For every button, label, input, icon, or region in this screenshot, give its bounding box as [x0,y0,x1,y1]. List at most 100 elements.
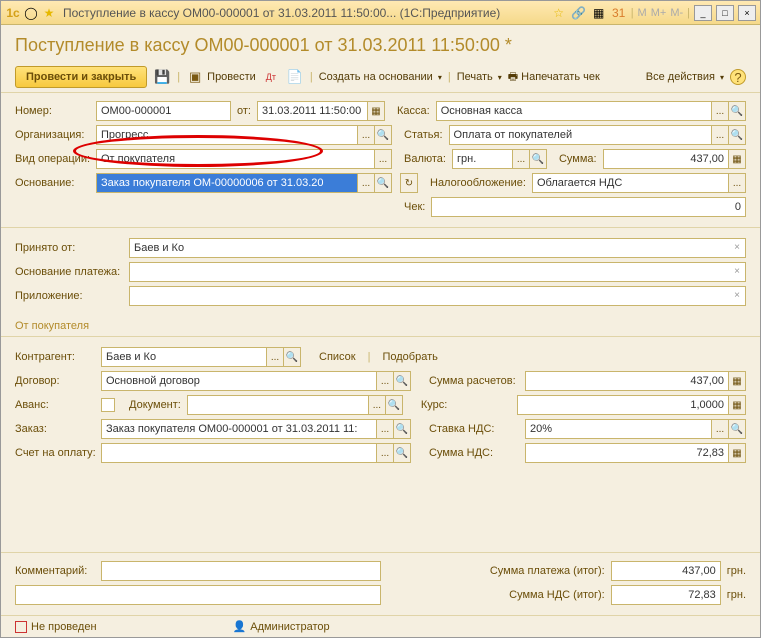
select-icon[interactable]: ... [368,395,386,415]
select-icon[interactable]: ... [374,149,392,169]
select-icon[interactable]: ... [711,125,729,145]
select-icon[interactable]: ... [357,125,375,145]
tb-calendar-icon[interactable]: 31 [611,5,627,21]
comment-input-2[interactable] [15,585,381,605]
op-type-input[interactable]: От покупателя [96,149,374,169]
rate-input[interactable]: 1,0000 [517,395,728,415]
nav-back-icon[interactable]: ◯ [23,5,39,21]
clear-icon[interactable]: × [730,264,744,278]
calendar-icon[interactable]: ▦ [367,101,385,121]
titlebar: 1c ◯ ★ Поступление в кассу ОМ00-000001 о… [1,1,760,25]
advance-checkbox[interactable] [101,398,115,412]
page-header: Поступление в кассу ОМ00-000001 от 31.03… [1,25,760,62]
basis-input[interactable]: Заказ покупателя ОМ-00000006 от 31.03.20 [96,173,357,193]
counterparty-input[interactable]: Баев и Ко [101,347,266,367]
doc-input[interactable] [187,395,368,415]
select-icon[interactable]: ... [512,149,530,169]
refresh-icon[interactable]: ↻ [400,173,418,193]
clear-icon[interactable]: × [730,288,744,302]
save-icon[interactable]: 💾 [153,68,171,86]
select-icon[interactable]: ... [376,371,394,391]
pay-basis-input[interactable] [129,262,746,282]
maximize-button[interactable]: □ [716,5,734,21]
kassa-input[interactable]: Основная касса [436,101,711,121]
calc-m[interactable]: M [638,7,647,19]
search-icon[interactable]: 🔍 [728,125,746,145]
date-label: от: [237,105,251,117]
calc-icon[interactable]: ▦ [728,443,746,463]
tax-input[interactable]: Облагается НДС [532,173,728,193]
user-icon: 👤 [233,620,247,633]
minimize-button[interactable]: _ [694,5,712,21]
select-icon[interactable]: ... [357,173,375,193]
post-and-close-button[interactable]: Провести и закрыть [15,66,147,88]
select-icon[interactable]: ... [711,419,729,439]
kassa-label: Касса: [397,105,430,117]
invoice-label: Счет на оплату: [15,447,95,459]
clear-icon[interactable]: × [730,240,744,254]
currency-input[interactable]: грн. [452,149,512,169]
select-link[interactable]: Подобрать [382,351,437,363]
invoice-input[interactable] [101,443,376,463]
select-icon[interactable]: ... [376,443,394,463]
sum-label: Сумма: [559,153,597,165]
select-icon[interactable]: ... [266,347,284,367]
print-check-button[interactable]: 🖶Напечатать чек [508,68,600,87]
post-button[interactable]: ▣Провести [186,68,256,86]
search-icon[interactable]: 🔍 [393,443,411,463]
search-icon[interactable]: 🔍 [283,347,301,367]
search-icon[interactable]: 🔍 [393,419,411,439]
dt-kt-icon[interactable]: Дт [262,68,280,86]
tb-calc-icon[interactable]: ▦ [591,5,607,21]
calc-mplus[interactable]: M+ [651,7,667,19]
search-icon[interactable]: 🔍 [374,125,392,145]
op-label: Вид операции: [15,153,90,165]
number-input[interactable]: ОМ00-000001 [96,101,231,121]
calc-mminus[interactable]: M- [670,7,683,19]
report-icon[interactable]: 📄 [286,68,304,86]
received-input[interactable]: Баев и Ко [129,238,746,258]
calc-icon[interactable]: ▦ [728,395,746,415]
attachment-input[interactable] [129,286,746,306]
check-label: Чек: [404,201,425,213]
search-icon[interactable]: 🔍 [728,101,746,121]
select-icon[interactable]: ... [376,419,394,439]
list-link[interactable]: Список [319,351,356,363]
admin-status: 👤Администратор [233,620,330,633]
search-icon[interactable]: 🔍 [385,395,403,415]
calc-icon[interactable]: ▦ [728,149,746,169]
post-icon: ▣ [186,68,204,86]
select-icon[interactable]: ... [711,101,729,121]
favorite-icon[interactable]: ★ [41,5,57,21]
total-label: Сумма платежа (итог): [490,565,605,577]
all-actions-button[interactable]: Все действия [646,71,724,83]
basis-label: Основание: [15,177,90,189]
date-input[interactable]: 31.03.2011 11:50:00 [257,101,367,121]
calc-icon[interactable]: ▦ [728,371,746,391]
search-icon[interactable]: 🔍 [374,173,392,193]
not-posted-icon [15,621,27,633]
advance-label: Аванс: [15,399,95,411]
print-button[interactable]: Печать [457,71,502,83]
order-input[interactable]: Заказ покупателя ОМ00-000001 от 31.03.20… [101,419,376,439]
org-input[interactable]: Прогресс [96,125,357,145]
article-input[interactable]: Оплата от покупателей [449,125,711,145]
help-icon[interactable]: ? [730,69,746,85]
close-button[interactable]: × [738,5,756,21]
search-icon[interactable]: 🔍 [529,149,547,169]
sum-input[interactable]: 437,00 [603,149,728,169]
vat-sum-input[interactable]: 72,83 [525,443,728,463]
create-based-button[interactable]: Создать на основании [319,71,442,83]
contract-input[interactable]: Основной договор [101,371,376,391]
vat-rate-input[interactable]: 20% [525,419,711,439]
select-icon[interactable]: ... [728,173,746,193]
tb-fav-icon[interactable]: ☆ [551,5,567,21]
tb-link-icon[interactable]: 🔗 [571,5,587,21]
search-icon[interactable]: 🔍 [393,371,411,391]
comment-input[interactable] [101,561,381,581]
search-icon[interactable]: 🔍 [728,419,746,439]
check-input[interactable]: 0 [431,197,746,217]
counterparty-label: Контрагент: [15,351,95,363]
calc-sum-input[interactable]: 437,00 [525,371,728,391]
contract-label: Договор: [15,375,95,387]
